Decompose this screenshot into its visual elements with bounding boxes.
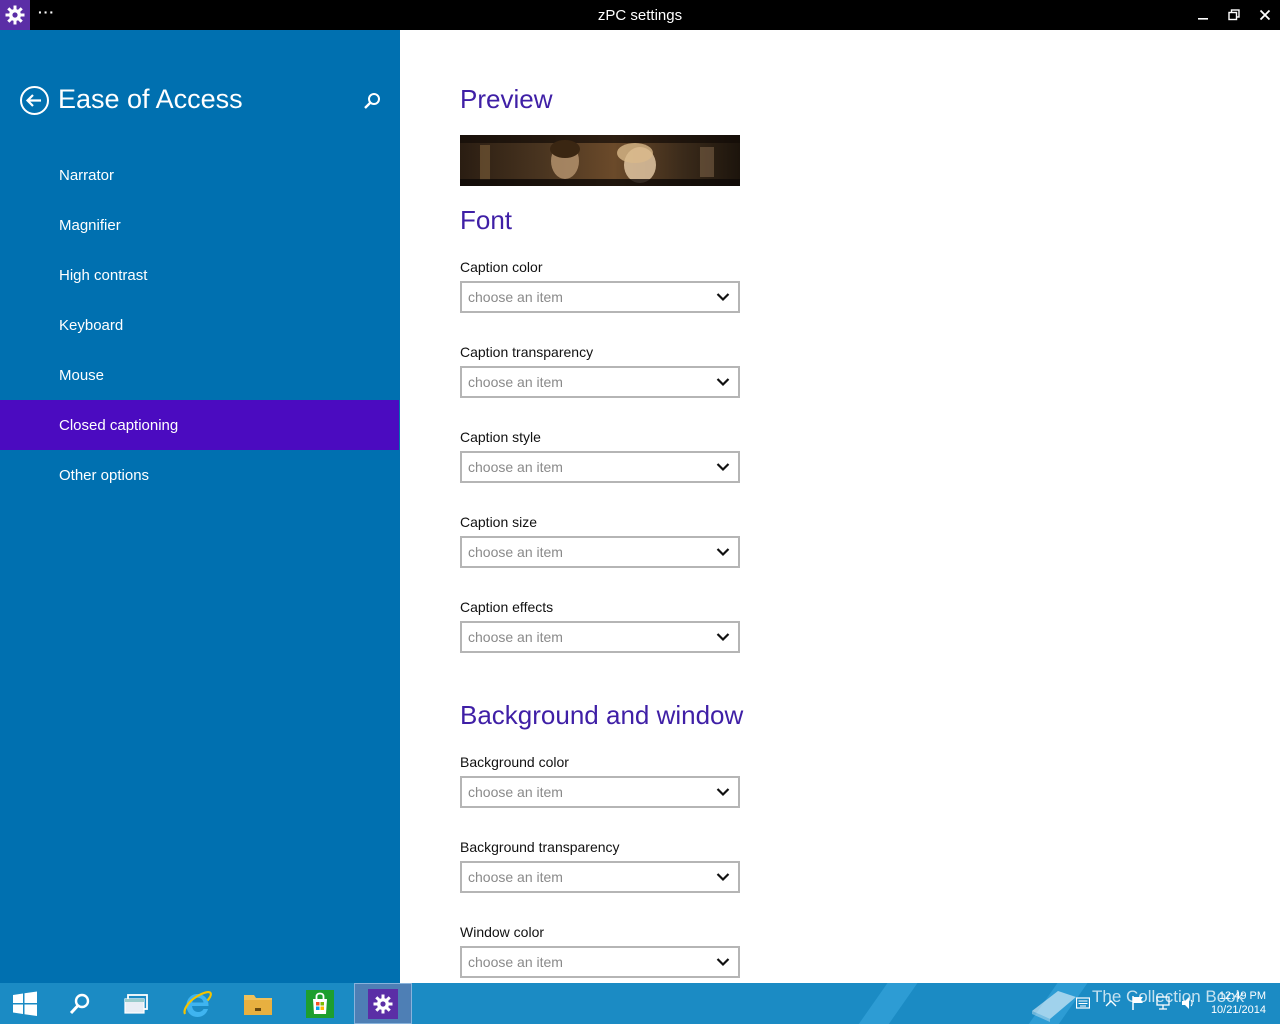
- font-heading: Font: [460, 205, 513, 235]
- dropdown-value: choose an item: [468, 289, 563, 305]
- internet-explorer-icon: [183, 990, 212, 1017]
- sidebar-item-mouse[interactable]: Mouse: [0, 350, 400, 400]
- chevron-down-icon: [716, 548, 730, 557]
- caption-effects-dropdown[interactable]: choose an item: [460, 621, 740, 653]
- network-icon[interactable]: [1155, 995, 1171, 1011]
- chevron-down-icon: [716, 633, 730, 642]
- taskbar: The Collection Book 12:49 PM 10/21/2014: [0, 983, 1280, 1024]
- volume-icon[interactable]: [1180, 995, 1196, 1011]
- system-clock[interactable]: 12:49 PM 10/21/2014: [1211, 989, 1266, 1017]
- restore-button[interactable]: [1218, 0, 1249, 30]
- caption-transparency-dropdown[interactable]: choose an item: [460, 366, 740, 398]
- minimize-button[interactable]: [1187, 0, 1218, 30]
- window-color-dropdown[interactable]: choose an item: [460, 946, 740, 978]
- restore-icon: [1227, 9, 1240, 21]
- sidebar-item-magnifier[interactable]: Magnifier: [0, 200, 400, 250]
- clock-time: 12:49 PM: [1218, 990, 1266, 1002]
- settings-icon: [368, 988, 398, 1019]
- caption-color-dropdown[interactable]: choose an item: [460, 281, 740, 313]
- search-icon: [364, 93, 380, 109]
- keyboard-icon[interactable]: [1076, 997, 1090, 1009]
- page-title: Ease of Access: [58, 84, 243, 114]
- book-logo-icon: [1032, 991, 1076, 1022]
- close-button[interactable]: [1249, 0, 1280, 30]
- internet-explorer-button[interactable]: [168, 983, 226, 1024]
- dropdown-value: choose an item: [468, 459, 563, 475]
- sidebar-item-other-options[interactable]: Other options: [0, 450, 400, 500]
- main-content: Preview Font Caption color choose an ite…: [400, 30, 1280, 983]
- background-transparency-dropdown[interactable]: choose an item: [460, 861, 740, 893]
- dropdown-value: choose an item: [468, 374, 563, 390]
- back-button[interactable]: [19, 85, 50, 116]
- chevron-down-icon: [716, 873, 730, 882]
- settings-taskbar-button[interactable]: [354, 983, 412, 1024]
- title-bar: ··· zPC settings: [0, 0, 1280, 30]
- search-icon: [69, 993, 90, 1014]
- chevron-down-icon: [716, 958, 730, 967]
- caption-transparency-label: Caption transparency: [460, 344, 594, 360]
- task-view-button[interactable]: [107, 983, 165, 1024]
- file-explorer-icon: [244, 994, 272, 1015]
- sidebar-item-closed-captioning[interactable]: Closed captioning: [0, 400, 399, 450]
- caption-color-label: Caption color: [460, 259, 543, 275]
- chevron-down-icon: [716, 378, 730, 387]
- chevron-down-icon: [716, 293, 730, 302]
- preview-heading: Preview: [460, 84, 553, 114]
- background-transparency-label: Background transparency: [460, 839, 620, 855]
- chevron-down-icon: [716, 788, 730, 797]
- back-arrow-icon: [20, 86, 49, 115]
- start-icon: [13, 991, 37, 1016]
- window-title: zPC settings: [597, 7, 683, 24]
- sidebar-item-keyboard[interactable]: Keyboard: [0, 300, 400, 350]
- sidebar: Ease of Access Narrator Magnifier High c…: [0, 30, 400, 983]
- caption-effects-label: Caption effects: [460, 599, 554, 615]
- taskbar-decoration: [845, 983, 925, 1024]
- caption-size-label: Caption size: [460, 514, 538, 530]
- dropdown-value: choose an item: [468, 954, 563, 970]
- window-color-label: Window color: [460, 924, 545, 940]
- caption-style-dropdown[interactable]: choose an item: [460, 451, 740, 483]
- caption-size-dropdown[interactable]: choose an item: [460, 536, 740, 568]
- file-explorer-button[interactable]: [229, 983, 287, 1024]
- store-icon: [306, 989, 334, 1018]
- caption-preview-image: [460, 135, 740, 186]
- chevron-up-icon[interactable]: [1105, 999, 1117, 1007]
- search-button[interactable]: [362, 91, 382, 111]
- start-button[interactable]: [0, 983, 54, 1024]
- background-color-label: Background color: [460, 754, 569, 770]
- background-color-dropdown[interactable]: choose an item: [460, 776, 740, 808]
- caption-style-label: Caption style: [460, 429, 541, 445]
- clock-date: 10/21/2014: [1210, 1004, 1266, 1016]
- sidebar-item-high-contrast[interactable]: High contrast: [0, 250, 400, 300]
- task-view-icon: [124, 993, 148, 1014]
- store-button[interactable]: [291, 983, 349, 1024]
- sidebar-nav: Narrator Magnifier High contrast Keyboar…: [0, 150, 400, 500]
- close-icon: [1259, 9, 1270, 21]
- minimize-icon: [1197, 18, 1208, 20]
- flag-icon[interactable]: [1131, 995, 1145, 1011]
- dropdown-value: choose an item: [468, 544, 563, 560]
- sidebar-item-narrator[interactable]: Narrator: [0, 150, 400, 200]
- dropdown-value: choose an item: [468, 784, 563, 800]
- dropdown-value: choose an item: [468, 869, 563, 885]
- background-window-heading: Background and window: [460, 700, 744, 730]
- chevron-down-icon: [716, 463, 730, 472]
- search-taskbar-button[interactable]: [51, 983, 109, 1024]
- dropdown-value: choose an item: [468, 629, 563, 645]
